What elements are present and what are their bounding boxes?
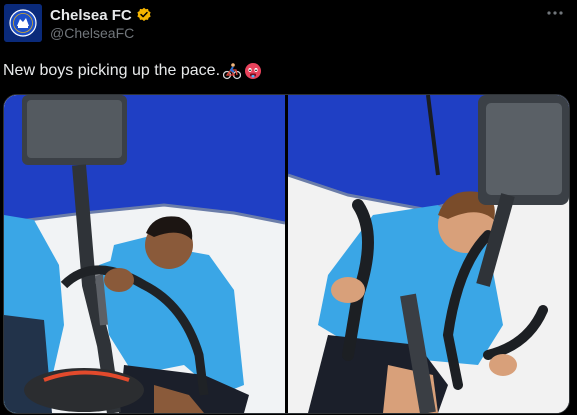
author-name-row: Chelsea FC (50, 6, 152, 24)
tweet[interactable]: Chelsea FC @ChelseaFC New boys picking u… (0, 0, 577, 415)
avatar[interactable] (4, 4, 42, 42)
hot-face-emoji (244, 62, 262, 80)
player-on-bike-photo (288, 95, 569, 413)
chelsea-crest-icon (4, 4, 42, 42)
photo-left[interactable] (4, 95, 285, 413)
tweet-text: New boys picking up the pace. (3, 62, 262, 80)
handle[interactable]: @ChelseaFC (50, 25, 134, 41)
display-name[interactable]: Chelsea FC (50, 7, 132, 24)
player-on-bike-photo (4, 95, 285, 413)
media-grid[interactable] (3, 94, 570, 414)
verified-badge-icon (136, 7, 152, 23)
tweet-body: New boys picking up the pace. (3, 62, 221, 79)
cyclist-emoji (222, 62, 242, 80)
photo-right[interactable] (288, 95, 569, 413)
more-options-icon[interactable] (545, 4, 565, 22)
